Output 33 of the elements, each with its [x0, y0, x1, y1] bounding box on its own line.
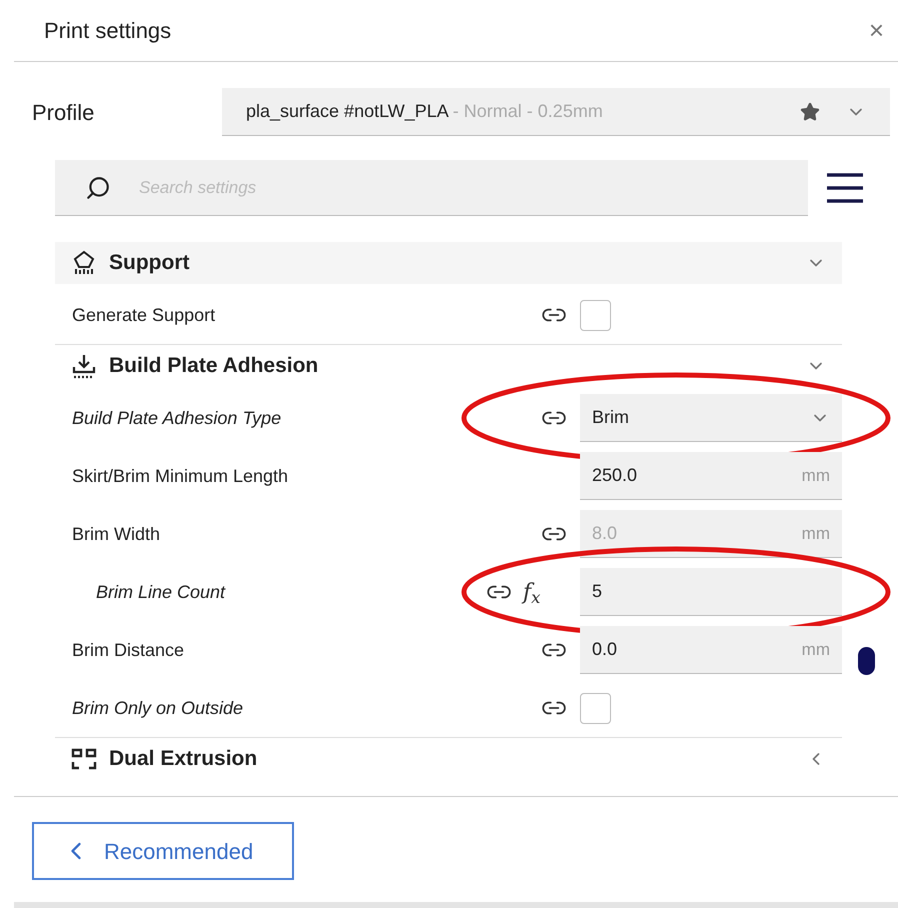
setting-label: Brim Line Count — [95, 580, 226, 604]
section-title: Build Plate Adhesion — [109, 353, 318, 380]
section-header[interactable]: Support — [55, 242, 842, 284]
setting-label: Skirt/Brim Minimum Length — [72, 464, 288, 488]
setting-label: Brim Distance — [72, 638, 184, 662]
recommended-button[interactable]: Recommended — [32, 822, 294, 880]
adhesion-type-dropdown[interactable]: Brim — [580, 394, 842, 442]
search-icon — [85, 175, 111, 201]
number-input-field[interactable]: 5 — [580, 568, 842, 616]
checkbox[interactable] — [580, 300, 611, 330]
section-title: Support — [109, 250, 190, 276]
dual-nozzle-icon — [71, 747, 97, 771]
profile-dropdown[interactable]: pla_surface #notLW_PLA - Normal - 0.25mm — [222, 88, 890, 136]
close-button[interactable]: × — [864, 11, 888, 50]
star-icon[interactable] — [800, 102, 820, 122]
section-header[interactable]: Build Plate Adhesion — [55, 345, 842, 387]
checkbox[interactable] — [580, 692, 611, 724]
download-tray-icon — [71, 353, 97, 379]
section-title: Dual Extrusion — [109, 746, 258, 772]
setting-label: Brim Width — [72, 522, 160, 546]
menu-icon[interactable] — [826, 172, 864, 204]
number-input-field[interactable]: 0.0 mm — [580, 626, 842, 674]
scrollbar-thumb — [858, 647, 875, 675]
window-title: Print settings — [44, 17, 172, 45]
setting-label: Generate Support — [72, 304, 216, 327]
support-icon — [71, 250, 97, 276]
setting-label: Brim Only on Outside — [72, 696, 244, 720]
number-input-field[interactable]: 250.0 mm — [580, 452, 842, 500]
section-header[interactable]: Dual Extrusion — [55, 738, 842, 780]
formula-symbol: f$_{x}$ — [523, 578, 540, 608]
setting-label: Build Plate Adhesion Type — [72, 406, 282, 430]
profile-name: pla_surface #notLW_PLA - Normal - 0.25mm — [246, 100, 603, 123]
profile-label: Profile — [32, 98, 96, 126]
